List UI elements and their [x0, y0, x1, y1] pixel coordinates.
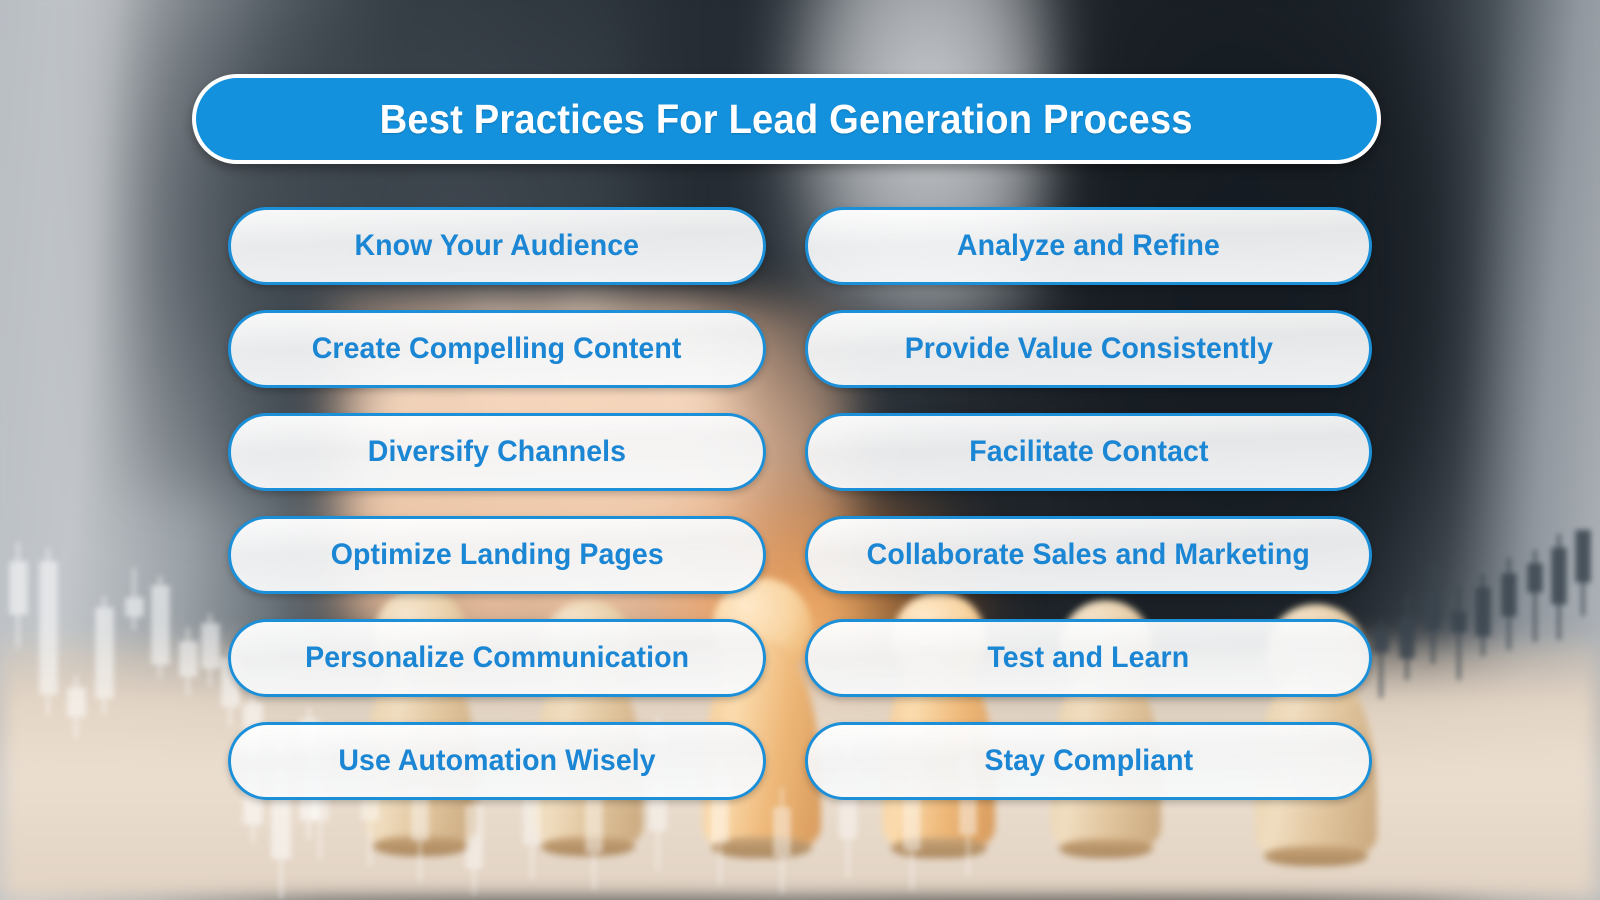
practice-item-use-automation-wisely[interactable]: Use Automation Wisely: [228, 722, 766, 800]
practice-label: Stay Compliant: [984, 744, 1193, 777]
page-title-banner: Best Practices For Lead Generation Proce…: [192, 74, 1381, 164]
practice-label: Test and Learn: [987, 641, 1190, 674]
practice-label: Diversify Channels: [367, 435, 627, 468]
left-practice-column: Know Your Audience Create Compelling Con…: [228, 207, 766, 800]
practice-label: Know Your Audience: [354, 229, 640, 262]
practice-label: Collaborate Sales and Marketing: [866, 538, 1311, 571]
practice-label: Use Automation Wisely: [338, 744, 656, 777]
practice-item-analyze-and-refine[interactable]: Analyze and Refine: [805, 207, 1372, 285]
practice-item-facilitate-contact[interactable]: Facilitate Contact: [805, 413, 1372, 491]
practice-item-optimize-landing-pages[interactable]: Optimize Landing Pages: [228, 516, 766, 594]
practice-label: Optimize Landing Pages: [330, 538, 664, 571]
practice-item-test-and-learn[interactable]: Test and Learn: [805, 619, 1372, 697]
right-practice-column: Analyze and Refine Provide Value Consist…: [805, 207, 1372, 800]
practice-label: Provide Value Consistently: [904, 332, 1273, 365]
infographic-content: Best Practices For Lead Generation Proce…: [0, 0, 1600, 900]
practice-label: Personalize Communication: [304, 641, 690, 674]
practice-item-collaborate-sales-and-marketing[interactable]: Collaborate Sales and Marketing: [805, 516, 1372, 594]
practice-item-diversify-channels[interactable]: Diversify Channels: [228, 413, 766, 491]
infographic-canvas: Best Practices For Lead Generation Proce…: [0, 0, 1600, 900]
practice-item-stay-compliant[interactable]: Stay Compliant: [805, 722, 1372, 800]
practice-item-create-compelling-content[interactable]: Create Compelling Content: [228, 310, 766, 388]
page-title: Best Practices For Lead Generation Proce…: [379, 95, 1194, 142]
practice-item-provide-value-consistently[interactable]: Provide Value Consistently: [805, 310, 1372, 388]
practice-label: Analyze and Refine: [956, 229, 1221, 262]
practice-item-personalize-communication[interactable]: Personalize Communication: [228, 619, 766, 697]
practice-label: Create Compelling Content: [312, 332, 682, 365]
practice-label: Facilitate Contact: [968, 435, 1209, 468]
practice-item-know-your-audience[interactable]: Know Your Audience: [228, 207, 766, 285]
